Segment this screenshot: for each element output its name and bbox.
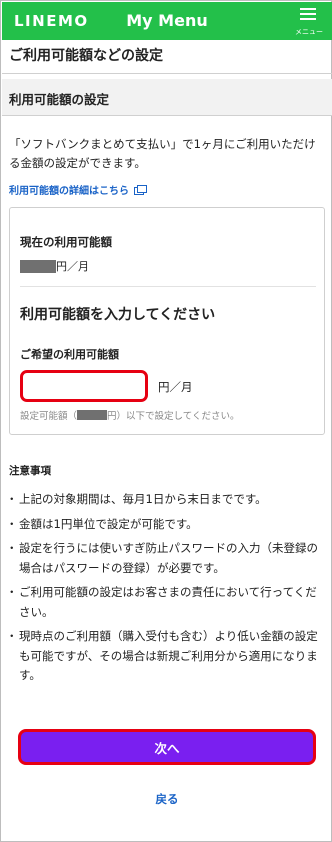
external-window-icon [134, 184, 147, 195]
detail-link-label: 利用可能額の詳細はこちら [9, 186, 129, 197]
enter-limit-heading: 利用可能額を入力してください [20, 307, 216, 323]
current-limit-value: 円／月 [20, 258, 89, 274]
current-limit-label: 現在の利用可能額 [20, 235, 112, 249]
title-divider [2, 73, 332, 74]
limit-settings-card: 現在の利用可能額 円／月 利用可能額を入力してください ご希望の利用可能額 円／… [9, 207, 325, 435]
detail-link[interactable]: 利用可能額の詳細はこちら [9, 182, 147, 197]
note-item: 現時点のご利用額（購入受付も含む）より低い金額の設定も可能ですが、その場合は新規… [6, 627, 327, 686]
desired-limit-label: ご希望の利用可能額 [20, 348, 119, 361]
redacted-amount [20, 259, 56, 273]
app-frame: LINEMO My Menu メニュー ご利用可能額などの設定 利用可能額の設定… [0, 0, 332, 842]
section-divider [2, 115, 332, 116]
section-title: 利用可能額の設定 [9, 92, 110, 107]
next-button[interactable]: 次へ [18, 729, 316, 765]
desired-limit-input[interactable] [20, 370, 148, 402]
note-item: ご利用可能額の設定はお客さまの責任において行ってください。 [6, 583, 327, 622]
input-unit-label: 円／月 [158, 380, 193, 394]
top-navigation-bar: LINEMO My Menu メニュー [2, 2, 332, 40]
range-note-suffix: 円）以下で設定してください。 [107, 411, 240, 422]
note-item: 設定を行うには使いすぎ防止パスワードの入力（未登録の場合はパスワードの登録）が必… [6, 539, 327, 578]
page-title: ご利用可能額などの設定 [9, 48, 163, 64]
current-limit-unit: 円／月 [56, 260, 89, 273]
note-item: 上記の対象期間は、毎月1日から末日までです。 [6, 490, 327, 510]
header-title: My Menu [126, 11, 208, 30]
menu-label: メニュー [295, 28, 323, 36]
note-item: 金額は1円単位で設定が可能です。 [6, 515, 327, 535]
next-button-label: 次へ [154, 740, 180, 756]
description-text: 「ソフトバンクまとめて支払い」で1ヶ月にご利用いただける金額の設定ができます。 [9, 137, 316, 170]
redacted-max-amount [77, 410, 108, 420]
hamburger-icon [300, 8, 316, 23]
menu-button[interactable]: メニュー [292, 5, 326, 37]
notes-list: 上記の対象期間は、毎月1日から末日までです。 金額は1円単位で設定が可能です。 … [6, 490, 327, 691]
range-note: 設定可能額（ 円）以下で設定してください。 [20, 408, 239, 422]
range-note-prefix: 設定可能額（ [20, 411, 78, 422]
back-link[interactable]: 戻る [1, 791, 332, 807]
notes-title: 注意事項 [9, 465, 51, 477]
card-divider [20, 286, 316, 287]
